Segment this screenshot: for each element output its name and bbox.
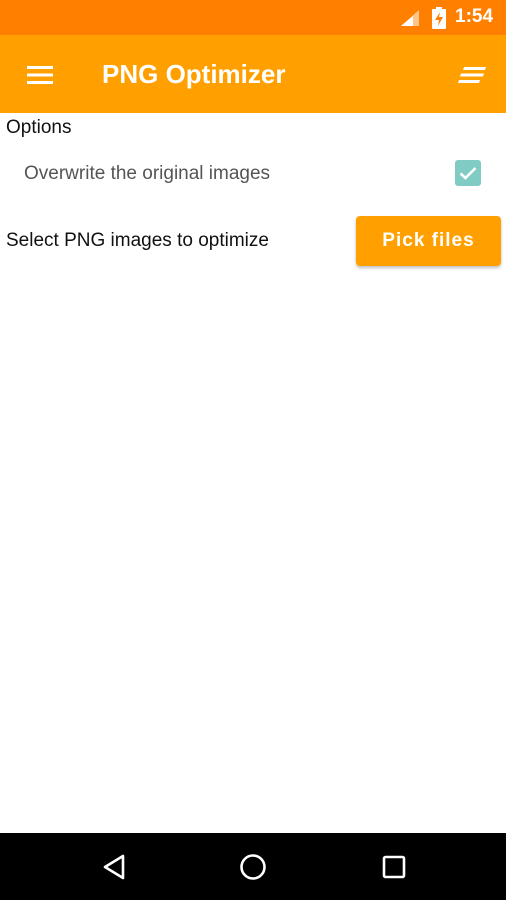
recents-button[interactable] [364, 843, 424, 891]
recents-icon [382, 855, 406, 879]
sort-button[interactable] [448, 55, 496, 95]
signal-icon [401, 10, 419, 26]
app-screen: 1:54 PNG Optimizer Options Overwrite the… [0, 0, 506, 900]
navigation-bar [0, 833, 506, 900]
overwrite-label: Overwrite the original images [24, 163, 271, 184]
app-title: PNG Optimizer [102, 59, 286, 89]
app-bar: PNG Optimizer [0, 35, 506, 113]
checkmark-icon [459, 167, 477, 180]
back-button[interactable] [84, 843, 144, 891]
menu-button[interactable] [14, 55, 66, 95]
overwrite-option-row[interactable]: Overwrite the original images [0, 152, 506, 198]
home-icon [240, 854, 266, 880]
options-heading: Options [6, 117, 72, 138]
status-time: 1:54 [455, 6, 494, 27]
hamburger-menu-icon [27, 66, 53, 84]
back-icon [103, 854, 125, 880]
home-button[interactable] [223, 843, 283, 891]
pick-files-button[interactable]: Pick files [356, 216, 501, 266]
battery-charging-icon [432, 7, 446, 29]
sort-icon [458, 67, 486, 83]
status-bar: 1:54 [0, 0, 506, 35]
overwrite-checkbox[interactable] [455, 160, 481, 186]
select-images-label: Select PNG images to optimize [6, 230, 269, 251]
